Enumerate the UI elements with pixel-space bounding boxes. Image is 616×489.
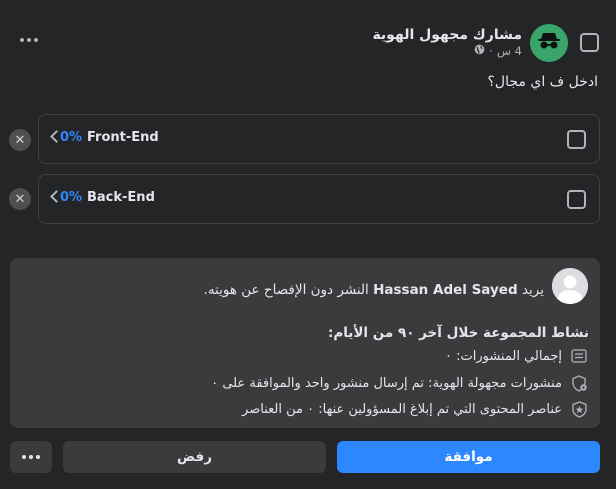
activity-title: نشاط المجموعة خلال آخر ٩٠ من الأيام: — [327, 325, 589, 341]
stat-anonymous-posts: منشورات مجهولة الهوية: تم إرسال منشور وا… — [211, 374, 588, 392]
stat-text: عناصر المحتوى التي تم إبلاغ المسؤولين عن… — [242, 401, 562, 417]
globe-icon — [474, 44, 485, 58]
reject-button[interactable]: رفض — [63, 441, 326, 473]
close-icon: ✕ — [14, 132, 26, 148]
stat-text: منشورات مجهولة الهوية: تم إرسال منشور وا… — [211, 375, 562, 391]
post-time[interactable]: 4 س — [497, 44, 522, 58]
poll-option-label: Front-End — [87, 130, 159, 145]
remove-option-button[interactable]: ✕ — [9, 188, 31, 210]
posts-icon — [570, 347, 588, 365]
close-icon: ✕ — [14, 191, 26, 207]
request-text: يريد Hassan Adel Sayed النشر دون الإفصاح… — [204, 282, 544, 298]
poll-option-label: Back-End — [87, 190, 155, 205]
remove-option-button[interactable]: ✕ — [9, 129, 31, 151]
post-author[interactable]: مشارك مجهول الهوية — [372, 27, 522, 43]
anonymous-shield-icon — [570, 374, 588, 392]
more-options-button[interactable] — [10, 441, 52, 473]
approve-button[interactable]: موافقة — [337, 441, 600, 473]
requester-name[interactable]: Hassan Adel Sayed — [373, 282, 518, 298]
request-suffix: النشر دون الإفصاح عن هويته. — [203, 282, 369, 298]
poll-option-checkbox[interactable] — [567, 130, 586, 149]
avatar[interactable] — [552, 268, 588, 304]
incognito-icon — [537, 32, 561, 54]
anonymous-avatar — [530, 24, 568, 62]
select-post-checkbox[interactable] — [580, 33, 599, 52]
stat-text: إجمالي المنشورات: ٠ — [444, 348, 562, 364]
stat-reported-content: عناصر المحتوى التي تم إبلاغ المسؤولين عن… — [242, 400, 588, 418]
request-prefix: يريد — [521, 282, 544, 298]
reported-star-icon — [570, 400, 588, 418]
poll-option-checkbox[interactable] — [567, 190, 586, 209]
stat-total-posts: إجمالي المنشورات: ٠ — [445, 347, 588, 365]
post-meta: 4 س · — [474, 44, 522, 58]
poll-option[interactable]: 0% Front-End — [38, 114, 600, 164]
poll-option-percent: 0% — [60, 190, 83, 205]
post-question: ادخل ف اي مجال؟ — [487, 74, 599, 90]
post-options-button[interactable] — [18, 30, 40, 50]
poll-option-percent: 0% — [60, 130, 83, 145]
poll-option[interactable]: 0% Back-End — [38, 174, 600, 224]
